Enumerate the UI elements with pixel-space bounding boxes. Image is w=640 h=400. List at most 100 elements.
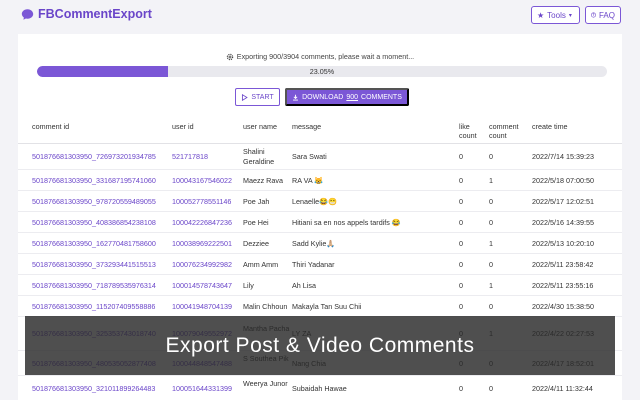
chevron-down-icon: ▾ [568,12,572,19]
download-icon [293,94,299,100]
cell-comment-id[interactable]: 501876681303950_408386854238108 [32,218,156,228]
table-row: 501876681303950_978720559489055 100052778… [18,191,622,212]
cell-comment-id[interactable]: 501876681303950_718789535976314 [32,281,156,291]
cell-user-name: Poe Hei [243,218,269,227]
cell-comment-count: 1 [489,281,493,290]
question-circle-icon: ? [591,12,596,18]
chat-bubble-icon [21,8,34,20]
cell-create-time: 2022/7/14 15:39:23 [532,152,594,161]
cell-user-id[interactable]: 100014578743647 [172,281,232,291]
cell-message: Sara Swati [292,152,327,161]
header-user-name: user name [243,122,277,131]
cell-user-id[interactable]: 521717818 [172,152,208,162]
cell-user-name: Dezziee [243,239,269,248]
export-status: Exporting 900/3904 comments, please wait… [18,52,622,61]
top-bar: FBCommentExport ★ Tools ▾ ? FAQ [0,0,640,30]
cell-message: Lenaelle😂😁 [292,197,338,206]
cell-message: Subaidah Hawae [292,384,347,393]
table-row: 501876681303950_331687195741060 100043167… [18,170,622,191]
cell-user-name: Weerya Junor [243,379,288,388]
table-row: 501876681303950_726973201934785 521717818… [18,144,622,170]
cell-like-count: 0 [459,260,463,269]
cell-create-time: 2022/5/18 07:00:50 [532,176,594,185]
cell-like-count: 0 [459,281,463,290]
cell-comment-id[interactable]: 501876681303950_978720559489055 [32,197,156,207]
promo-banner: Export Post & Video Comments [25,316,615,375]
progress-label: 23.05% [309,67,335,76]
download-prefix: DOWNLOAD [302,93,344,101]
start-button[interactable]: START [235,88,280,106]
status-message: Exporting 900/3904 comments, please wait… [236,52,415,61]
cell-create-time: 2022/5/11 23:58:42 [532,260,594,269]
cell-user-id[interactable]: 100042226847236 [172,218,232,228]
cell-like-count: 0 [459,239,463,248]
cell-create-time: 2022/5/16 14:39:55 [532,218,594,227]
header-user-id: user id [172,122,194,131]
table-row: 501876681303950_408386854238108 100042226… [18,212,622,233]
cell-like-count: 0 [459,218,463,227]
cell-user-name: Poe Jah [243,197,270,206]
cell-message: Hitiani sa en nos appels tardifs 😂 [292,218,401,227]
cell-user-name: Amm Amm [243,260,279,269]
start-label: START [251,93,274,101]
cell-comment-count: 0 [489,384,493,393]
download-button[interactable]: DOWNLOAD 900 COMMENTS [285,88,409,106]
cell-create-time: 2022/4/30 15:38:50 [532,302,594,311]
cell-comment-id[interactable]: 501876681303950_331687195741060 [32,176,156,186]
cell-like-count: 0 [459,197,463,206]
faq-button[interactable]: ? FAQ [585,6,621,24]
cell-comment-count: 0 [489,197,493,206]
cell-create-time: 2022/5/13 10:20:10 [532,239,594,248]
cell-create-time: 2022/5/17 12:02:51 [532,197,594,206]
promo-banner-text: Export Post & Video Comments [165,333,475,357]
cell-comment-id[interactable]: 501876681303950_115207409558886 [32,302,155,312]
header-message: message [292,122,322,131]
cell-user-name: Malin Chhoun [243,302,288,311]
tools-button[interactable]: ★ Tools ▾ [531,6,580,24]
cell-user-id[interactable]: 100076234992982 [172,260,232,270]
cell-message: Thiri Yadanar [292,260,335,269]
cell-user-id[interactable]: 100043167546022 [172,176,232,186]
table-row: 501876681303950_373293441515513 100076234… [18,254,622,275]
cell-like-count: 0 [459,152,463,161]
cell-user-name: Maezz Rava [243,176,283,185]
cell-user-id[interactable]: 100038969222501 [172,239,232,249]
cell-comment-id[interactable]: 501876681303950_726973201934785 [32,152,156,162]
cell-message: Makayla Tan Suu Chii [292,302,362,311]
header-comment-id: comment id [32,122,70,131]
gear-icon [226,53,234,60]
cell-message: Sadd Kylie🙏🏼 [292,239,336,248]
svg-text:?: ? [593,13,595,17]
table-header: comment id user id user name message lik… [18,114,622,144]
cell-comment-count: 0 [489,260,493,269]
cell-like-count: 0 [459,302,463,311]
download-suffix: COMMENTS [361,93,402,101]
cell-message: RA VA 😹 [292,176,324,185]
header-comment-count: comment count [489,122,519,140]
cell-comment-id[interactable]: 501876681303950_321011899264483 [32,384,155,394]
cell-user-name: Shalini Geraldine [243,147,275,166]
cell-comment-count: 0 [489,302,493,311]
cell-comment-count: 0 [489,218,493,227]
cell-user-id[interactable]: 100051644331399 [172,384,232,394]
cell-create-time: 2022/4/11 11:32:44 [532,384,593,393]
progress-bar: 23.05% [37,66,607,77]
table-row: 501876681303950_718789535976314 100014578… [18,275,622,296]
cell-user-name: Lily [243,281,254,290]
app-logo[interactable]: FBCommentExport [21,7,152,21]
table-row: 501876681303950_115207409558886 100041948… [18,296,622,317]
cell-comment-count: 1 [489,239,493,248]
app-title: FBCommentExport [38,7,152,21]
tools-label: Tools [547,10,566,20]
table-row: 501876681303950_321011899264483 100051644… [18,376,622,400]
cell-like-count: 0 [459,384,463,393]
cell-comment-id[interactable]: 501876681303950_162770481758600 [32,239,156,249]
download-count: 900 [346,93,359,101]
header-create-time: create time [532,122,568,131]
cell-create-time: 2022/5/11 23:55:16 [532,281,594,290]
cell-message: Ah Lisa [292,281,316,290]
header-like-count: like count [459,122,477,140]
cell-user-id[interactable]: 100052778551146 [172,197,231,207]
cell-comment-id[interactable]: 501876681303950_373293441515513 [32,260,156,270]
cell-user-id[interactable]: 100041948704139 [172,302,232,312]
